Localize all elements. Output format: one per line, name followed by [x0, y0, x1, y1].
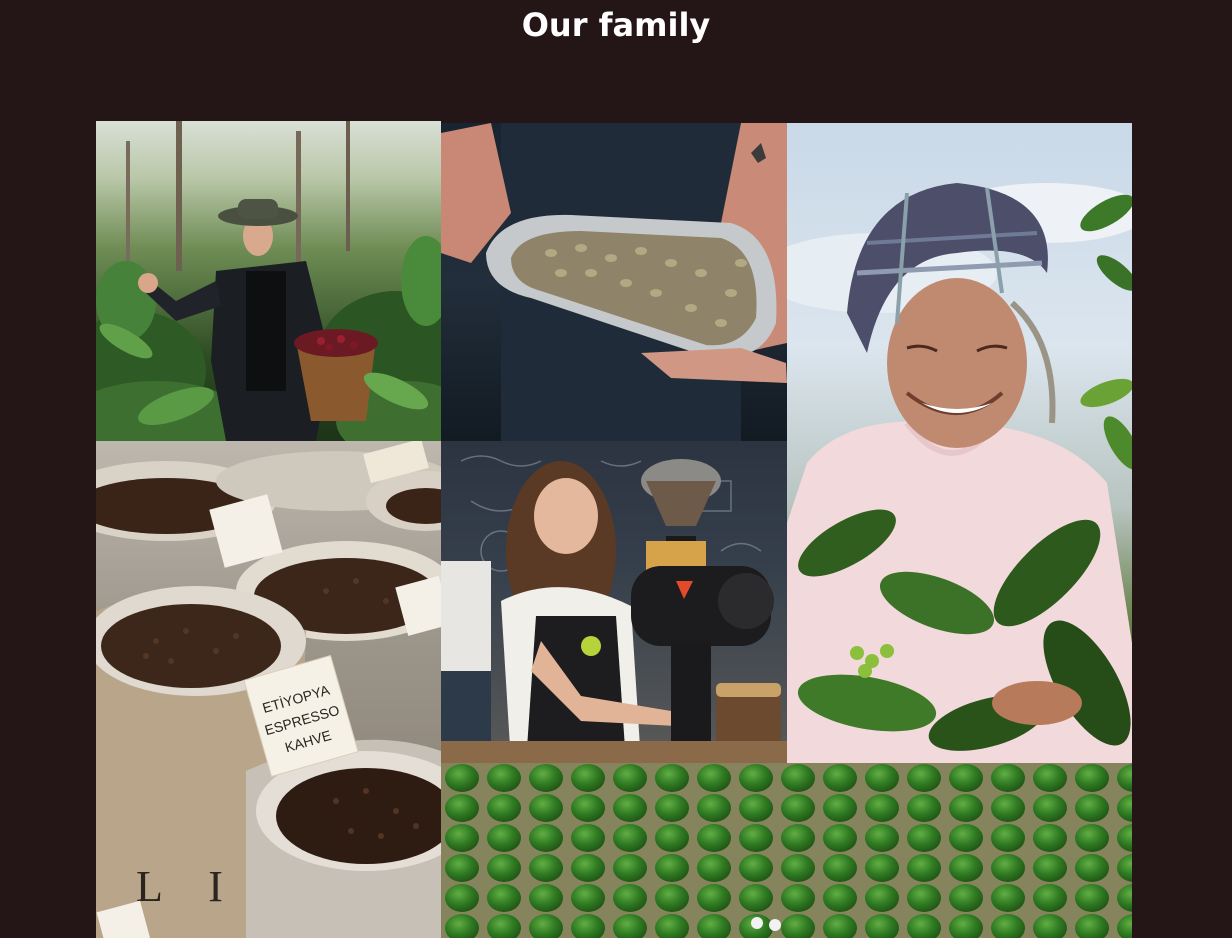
barista-illustration: [441, 455, 787, 763]
gallery-photo-barista[interactable]: [441, 441, 787, 763]
green-beans-illustration: [441, 123, 787, 441]
harvester-illustration: [96, 121, 441, 441]
plantation-illustration: [441, 763, 1132, 938]
page: Our family L I ETİYOPYA ESPRESSO KAHVE: [0, 0, 1232, 938]
gallery-photo-green-beans[interactable]: [441, 123, 787, 441]
gallery-photo-farmer[interactable]: [787, 123, 1132, 763]
coffee-sacks-illustration: L I: [96, 441, 441, 938]
gallery-photo-plantation[interactable]: [441, 763, 1132, 938]
page-title: Our family: [521, 6, 711, 44]
gallery-photo-harvester[interactable]: [96, 121, 441, 441]
sack-print: L I: [136, 862, 241, 911]
farmer-illustration: [787, 183, 1132, 763]
gallery-photo-coffee-sacks[interactable]: L I ETİYOPYA ESPRESSO KAHVE: [96, 441, 441, 938]
